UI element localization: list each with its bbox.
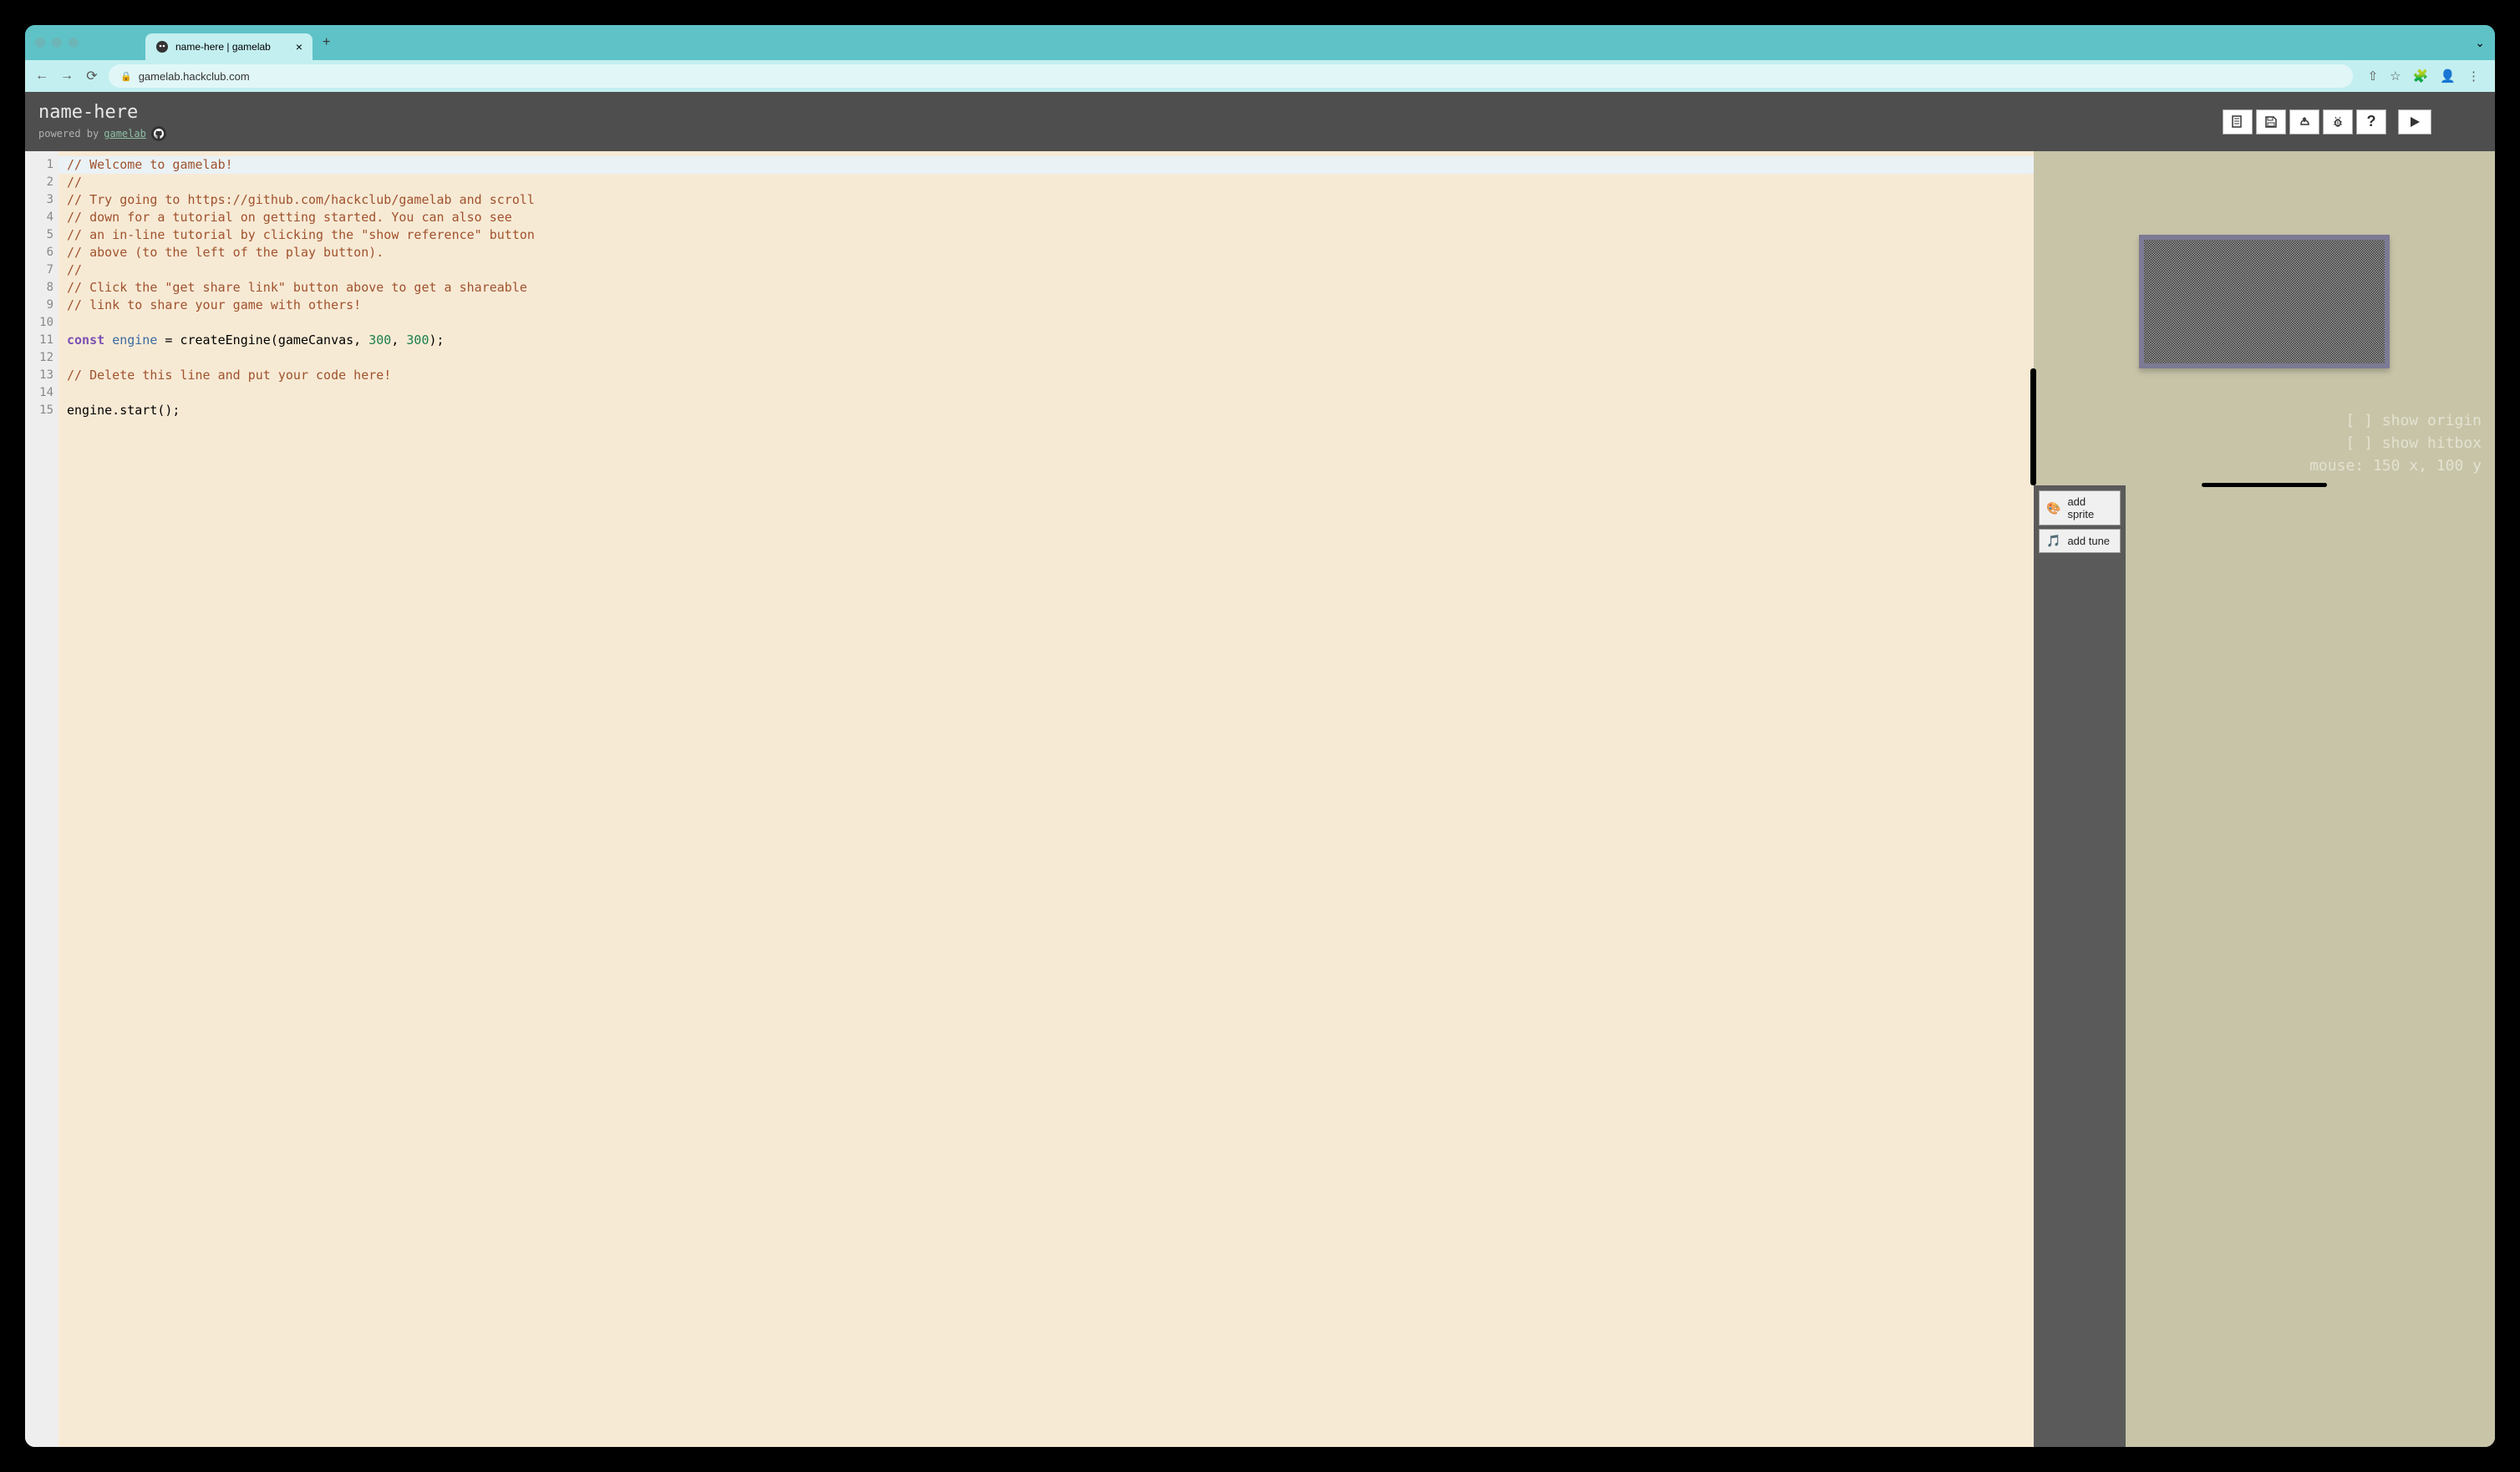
output-area xyxy=(2126,485,2495,1447)
new-tab-button[interactable]: + xyxy=(323,35,330,50)
close-window-icon[interactable] xyxy=(35,38,45,48)
app-header: name-here powered by gamelab ? xyxy=(25,92,2495,151)
reload-button[interactable]: ⟳ xyxy=(84,68,100,84)
line-number: 6 xyxy=(25,244,53,261)
line-number: 8 xyxy=(25,279,53,297)
code-line[interactable]: // link to share your game with others! xyxy=(67,297,2034,314)
line-number: 2 xyxy=(25,174,53,191)
browser-right-icons: ⇧ ☆ 🧩 👤 ⋮ xyxy=(2361,69,2487,84)
open-file-button[interactable] xyxy=(2223,109,2253,135)
powered-by: powered by gamelab xyxy=(38,126,166,141)
header-left: name-here powered by gamelab xyxy=(38,102,166,141)
traffic-lights xyxy=(35,38,79,48)
line-number: 4 xyxy=(25,209,53,226)
app-title: name-here xyxy=(38,102,166,123)
share-icon[interactable]: ⇧ xyxy=(2368,69,2379,84)
gamelab-link[interactable]: gamelab xyxy=(104,128,146,140)
bookmark-icon[interactable]: ☆ xyxy=(2390,69,2401,84)
line-number: 14 xyxy=(25,384,53,402)
back-button[interactable]: ← xyxy=(33,69,50,84)
save-button[interactable] xyxy=(2256,109,2286,135)
lower-area: 🎨 add sprite 🎵 add tune xyxy=(2034,485,2495,1447)
line-gutter: 123456789101112131415 xyxy=(25,151,58,1447)
browser-window: name-here | gamelab × + ⌄ ← → ⟳ 🔒 gamela… xyxy=(25,25,2495,1447)
horizontal-splitter[interactable] xyxy=(2202,483,2327,487)
show-hitbox-toggle[interactable]: [ ] show hitbox xyxy=(2309,432,2482,454)
code-area[interactable]: // Welcome to gamelab!//// Try going to … xyxy=(58,151,2034,1447)
toolbar: ? xyxy=(2223,109,2431,135)
static-noise xyxy=(2144,240,2385,363)
game-frame xyxy=(2139,235,2390,368)
line-number: 12 xyxy=(25,349,53,367)
powered-prefix: powered by xyxy=(38,128,99,140)
line-number: 5 xyxy=(25,226,53,244)
menu-icon[interactable]: ⋮ xyxy=(2467,69,2480,84)
line-number: 13 xyxy=(25,367,53,384)
code-line[interactable] xyxy=(67,314,2034,332)
github-icon[interactable] xyxy=(151,126,166,141)
lock-icon: 🔒 xyxy=(120,71,132,82)
canvas-area: [ ] show origin [ ] show hitbox mouse: 1… xyxy=(2034,151,2495,485)
line-number: 7 xyxy=(25,261,53,279)
code-line[interactable]: // an in-line tutorial by clicking the "… xyxy=(67,226,2034,244)
line-number: 10 xyxy=(25,314,53,332)
code-line[interactable]: // Welcome to gamelab! xyxy=(58,156,2034,174)
music-note-icon: 🎵 xyxy=(2046,534,2060,548)
code-line[interactable]: engine.start(); xyxy=(67,402,2034,419)
game-canvas[interactable] xyxy=(2144,240,2385,363)
add-tune-label: add tune xyxy=(2067,535,2110,547)
code-line[interactable]: // Delete this line and put your code he… xyxy=(67,367,2034,384)
code-line[interactable]: const engine = createEngine(gameCanvas, … xyxy=(67,332,2034,349)
code-line[interactable]: // down for a tutorial on getting starte… xyxy=(67,209,2034,226)
code-line[interactable]: // above (to the left of the play button… xyxy=(67,244,2034,261)
tab-title: name-here | gamelab xyxy=(175,41,271,53)
extensions-icon[interactable]: 🧩 xyxy=(2413,69,2429,84)
favicon-icon xyxy=(155,40,169,53)
close-tab-icon[interactable]: × xyxy=(296,40,302,53)
code-line[interactable]: // Click the "get share link" button abo… xyxy=(67,279,2034,297)
app-body: 123456789101112131415 // Welcome to game… xyxy=(25,151,2495,1447)
code-line[interactable] xyxy=(67,349,2034,367)
play-button[interactable] xyxy=(2398,109,2431,135)
minimize-window-icon[interactable] xyxy=(52,38,62,48)
palette-icon: 🎨 xyxy=(2046,501,2060,515)
mouse-coords: mouse: 150 x, 100 y xyxy=(2309,454,2482,477)
share-link-button[interactable] xyxy=(2289,109,2319,135)
browser-tab[interactable]: name-here | gamelab × xyxy=(145,33,312,60)
add-sprite-button[interactable]: 🎨 add sprite xyxy=(2039,490,2121,525)
line-number: 15 xyxy=(25,402,53,419)
add-sprite-label: add sprite xyxy=(2067,495,2113,520)
code-line[interactable]: // Try going to https://github.com/hackc… xyxy=(67,191,2034,209)
tabs-dropdown-icon[interactable]: ⌄ xyxy=(2475,36,2485,50)
titlebar: name-here | gamelab × + ⌄ xyxy=(25,25,2495,60)
line-number: 1 xyxy=(25,156,53,174)
help-button[interactable]: ? xyxy=(2356,109,2386,135)
app-content: name-here powered by gamelab ? xyxy=(25,92,2495,1447)
addressbar-row: ← → ⟳ 🔒 gamelab.hackclub.com ⇧ ☆ 🧩 👤 ⋮ xyxy=(25,60,2495,92)
forward-button[interactable]: → xyxy=(58,69,75,84)
line-number: 11 xyxy=(25,332,53,349)
profile-icon[interactable]: 👤 xyxy=(2440,69,2456,84)
vertical-splitter[interactable] xyxy=(2030,368,2036,485)
line-number: 3 xyxy=(25,191,53,209)
maximize-window-icon[interactable] xyxy=(69,38,79,48)
bug-button[interactable] xyxy=(2323,109,2353,135)
code-line[interactable]: // xyxy=(67,174,2034,191)
asset-sidebar: 🎨 add sprite 🎵 add tune xyxy=(2034,485,2126,1447)
code-editor[interactable]: 123456789101112131415 // Welcome to game… xyxy=(25,151,2034,1447)
add-tune-button[interactable]: 🎵 add tune xyxy=(2039,529,2121,553)
url-text: gamelab.hackclub.com xyxy=(139,70,250,83)
code-line[interactable] xyxy=(67,384,2034,402)
line-number: 9 xyxy=(25,297,53,314)
canvas-overlay: [ ] show origin [ ] show hitbox mouse: 1… xyxy=(2309,409,2482,477)
right-pane: [ ] show origin [ ] show hitbox mouse: 1… xyxy=(2034,151,2495,1447)
code-line[interactable]: // xyxy=(67,261,2034,279)
address-bar[interactable]: 🔒 gamelab.hackclub.com xyxy=(109,64,2353,88)
browser-tabs: name-here | gamelab × + xyxy=(145,25,330,60)
show-origin-toggle[interactable]: [ ] show origin xyxy=(2309,409,2482,432)
